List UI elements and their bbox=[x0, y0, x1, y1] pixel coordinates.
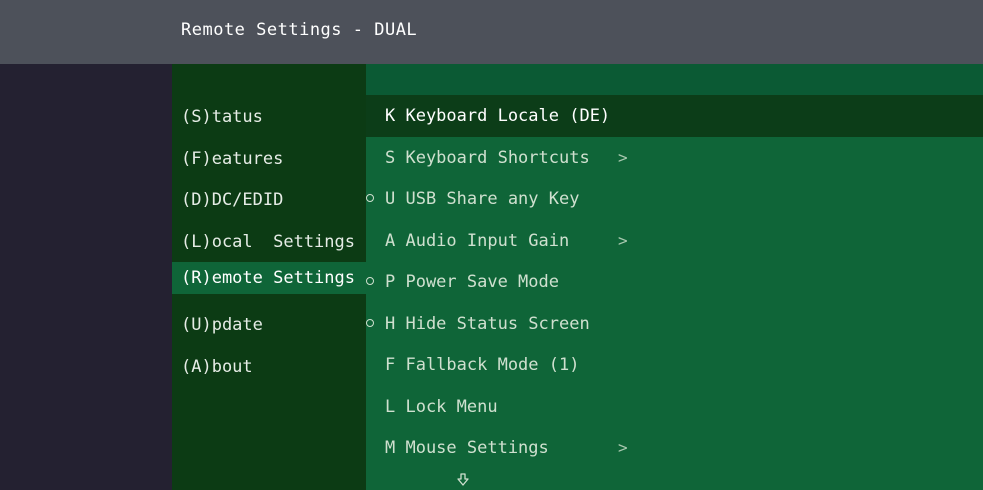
category-features[interactable]: (F)eatures bbox=[181, 146, 283, 172]
option-label: P Power Save Mode bbox=[385, 272, 559, 292]
option-mouse-settings[interactable]: M Mouse Settings > bbox=[366, 427, 983, 469]
category-remote-settings[interactable]: (R)emote Settings bbox=[181, 265, 355, 291]
title-bar: Remote Settings - DUAL bbox=[0, 0, 983, 64]
category-about[interactable]: (A)bout bbox=[181, 354, 253, 380]
option-label: K Keyboard Locale (DE) bbox=[385, 106, 611, 126]
option-label: M Mouse Settings bbox=[385, 438, 549, 458]
options-pane-header-strip bbox=[366, 64, 983, 95]
option-keyboard-shortcuts[interactable]: S Keyboard Shortcuts > bbox=[366, 137, 983, 179]
option-power-save-mode[interactable]: P Power Save Mode bbox=[366, 261, 983, 303]
category-update[interactable]: (U)pdate bbox=[181, 312, 263, 338]
option-label: A Audio Input Gain bbox=[385, 231, 570, 251]
option-hide-status-screen[interactable]: H Hide Status Screen bbox=[366, 303, 983, 345]
chevron-right-icon: > bbox=[618, 438, 628, 457]
category-local-settings[interactable]: (L)ocal Settings bbox=[181, 229, 355, 255]
circle-outline-icon bbox=[366, 319, 374, 327]
circle-outline-icon bbox=[366, 277, 374, 285]
option-audio-input-gain[interactable]: A Audio Input Gain > bbox=[366, 220, 983, 262]
circle-outline-icon bbox=[366, 194, 374, 202]
option-fallback-mode[interactable]: F Fallback Mode (1) bbox=[366, 344, 983, 386]
arrow-down-icon[interactable] bbox=[457, 473, 469, 487]
option-usb-share-any-key[interactable]: U USB Share any Key bbox=[366, 178, 983, 220]
option-label: S Keyboard Shortcuts bbox=[385, 148, 590, 168]
option-lock-menu[interactable]: L Lock Menu bbox=[366, 386, 983, 428]
option-label: H Hide Status Screen bbox=[385, 314, 590, 334]
category-status[interactable]: (S)tatus bbox=[181, 104, 263, 130]
window-title: Remote Settings - DUAL bbox=[181, 20, 418, 40]
option-label: F Fallback Mode (1) bbox=[385, 355, 580, 375]
chevron-right-icon: > bbox=[618, 148, 628, 167]
chevron-right-icon: > bbox=[618, 231, 628, 250]
option-label: L Lock Menu bbox=[385, 397, 498, 417]
option-keyboard-locale[interactable]: K Keyboard Locale (DE) bbox=[366, 95, 983, 137]
category-ddc-edid[interactable]: (D)DC/EDID bbox=[181, 187, 283, 213]
option-label: U USB Share any Key bbox=[385, 189, 580, 209]
